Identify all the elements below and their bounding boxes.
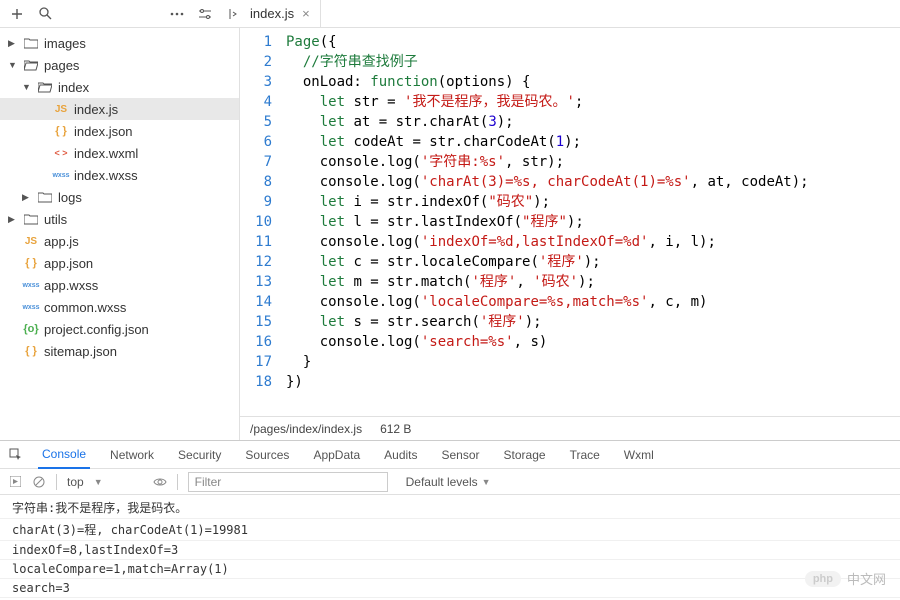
tab-audits[interactable]: Audits <box>380 441 421 469</box>
collapse-icon[interactable] <box>226 7 240 21</box>
tree-label: index.wxml <box>74 146 138 161</box>
eye-icon[interactable] <box>153 475 167 489</box>
tree-file-project-config[interactable]: {o} project.config.json <box>0 318 239 340</box>
code-area[interactable]: 123456789101112131415161718 Page({ //字符串… <box>240 28 900 416</box>
tree-file-index-js[interactable]: JS index.js <box>0 98 239 120</box>
more-icon[interactable] <box>170 7 184 21</box>
chevron-down-icon: ▼ <box>8 60 18 70</box>
tree-folder-utils[interactable]: ▶ utils <box>0 208 239 230</box>
json-icon: { } <box>22 345 40 357</box>
folder-icon <box>22 214 40 225</box>
console-toolbar: top ▼ Filter Default levels▼ <box>0 469 900 495</box>
tree-label: logs <box>58 190 82 205</box>
filter-input[interactable]: Filter <box>188 472 388 492</box>
wxss-icon: wxss <box>22 282 40 289</box>
main: ▶ images ▼ pages ▼ index JS index.js { } inde… <box>0 28 900 440</box>
tree-label: index.wxss <box>74 168 138 183</box>
tree-file-index-json[interactable]: { } index.json <box>0 120 239 142</box>
chevron-down-icon: ▼ <box>94 477 103 487</box>
gutter: 123456789101112131415161718 <box>240 28 286 416</box>
tree-folder-pages[interactable]: ▼ pages <box>0 54 239 76</box>
chevron-right-icon: ▶ <box>8 38 18 49</box>
config-icon: {o} <box>22 323 40 335</box>
tree-folder-index[interactable]: ▼ index <box>0 76 239 98</box>
tree-file-app-wxss[interactable]: wxss app.wxss <box>0 274 239 296</box>
wxml-icon: < > <box>52 148 70 158</box>
tree-file-app-json[interactable]: { } app.json <box>0 252 239 274</box>
js-icon: JS <box>22 236 40 247</box>
tree-label: utils <box>44 212 67 227</box>
code-content[interactable]: Page({ //字符串查找例子 onLoad: function(option… <box>286 28 809 416</box>
statusbar: /pages/index/index.js 612 B <box>240 416 900 440</box>
editor-tab[interactable]: index.js × <box>240 0 321 28</box>
tree-label: app.wxss <box>44 278 98 293</box>
close-icon[interactable]: × <box>302 6 310 21</box>
tab-appdata[interactable]: AppData <box>309 441 364 469</box>
tree-folder-logs[interactable]: ▶ logs <box>0 186 239 208</box>
levels-selector[interactable]: Default levels▼ <box>406 475 491 489</box>
chevron-right-icon: ▶ <box>8 214 18 225</box>
tree-file-sitemap[interactable]: { } sitemap.json <box>0 340 239 362</box>
file-size: 612 B <box>380 422 411 436</box>
console-line: search=3 <box>0 579 900 598</box>
tree-label: app.js <box>44 234 79 249</box>
tab-security[interactable]: Security <box>174 441 225 469</box>
tree-label: index.json <box>74 124 133 139</box>
chevron-down-icon: ▼ <box>482 477 491 487</box>
folder-icon <box>22 38 40 49</box>
editor: 123456789101112131415161718 Page({ //字符串… <box>240 28 900 440</box>
tree-label: index <box>58 80 89 95</box>
js-icon: JS <box>52 104 70 115</box>
json-icon: { } <box>52 125 70 137</box>
tree-label: common.wxss <box>44 300 126 315</box>
tab-network[interactable]: Network <box>106 441 158 469</box>
tree-label: index.js <box>74 102 118 117</box>
tree-label: sitemap.json <box>44 344 117 359</box>
clear-icon[interactable] <box>32 475 46 489</box>
file-path: /pages/index/index.js <box>250 422 362 436</box>
topbar-left <box>0 7 240 21</box>
folder-icon <box>36 192 54 203</box>
console-line: 字符串:我不是程序，我是码衣。 <box>0 497 900 519</box>
tab-storage[interactable]: Storage <box>500 441 550 469</box>
tab-console[interactable]: Console <box>38 441 90 469</box>
topbar: index.js × <box>0 0 900 28</box>
tab-trace[interactable]: Trace <box>566 441 604 469</box>
play-icon[interactable] <box>8 475 22 489</box>
console-line: indexOf=8,lastIndexOf=3 <box>0 541 900 560</box>
console-line: localeCompare=1,match=Array(1) <box>0 560 900 579</box>
context-selector[interactable]: top <box>67 475 84 489</box>
tree-label: project.config.json <box>44 322 149 337</box>
tab-title: index.js <box>250 6 294 21</box>
console-line: charAt(3)=程, charCodeAt(1)=19981 <box>0 519 900 541</box>
wxss-icon: wxss <box>52 172 70 179</box>
sliders-icon[interactable] <box>198 7 212 21</box>
search-icon[interactable] <box>38 7 52 21</box>
tab-sensor[interactable]: Sensor <box>438 441 484 469</box>
tree-label: pages <box>44 58 79 73</box>
file-explorer: ▶ images ▼ pages ▼ index JS index.js { } inde… <box>0 28 240 440</box>
folder-open-icon <box>22 60 40 71</box>
new-file-icon[interactable] <box>10 7 24 21</box>
tree-label: app.json <box>44 256 93 271</box>
tab-sources[interactable]: Sources <box>241 441 293 469</box>
devtools-tabs: Console Network Security Sources AppData… <box>0 441 900 469</box>
chevron-down-icon: ▼ <box>22 82 32 92</box>
tree-file-app-js[interactable]: JS app.js <box>0 230 239 252</box>
inspect-icon[interactable] <box>8 448 22 462</box>
devtools: Console Network Security Sources AppData… <box>0 440 900 600</box>
folder-open-icon <box>36 82 54 93</box>
json-icon: { } <box>22 257 40 269</box>
tree-file-index-wxss[interactable]: wxss index.wxss <box>0 164 239 186</box>
tree-label: images <box>44 36 86 51</box>
tree-folder-images[interactable]: ▶ images <box>0 32 239 54</box>
tab-wxml[interactable]: Wxml <box>620 441 658 469</box>
tree-file-common-wxss[interactable]: wxss common.wxss <box>0 296 239 318</box>
tree-file-index-wxml[interactable]: < > index.wxml <box>0 142 239 164</box>
chevron-right-icon: ▶ <box>22 192 32 203</box>
wxss-icon: wxss <box>22 304 40 311</box>
console-output: 字符串:我不是程序，我是码衣。 charAt(3)=程, charCodeAt(… <box>0 495 900 600</box>
